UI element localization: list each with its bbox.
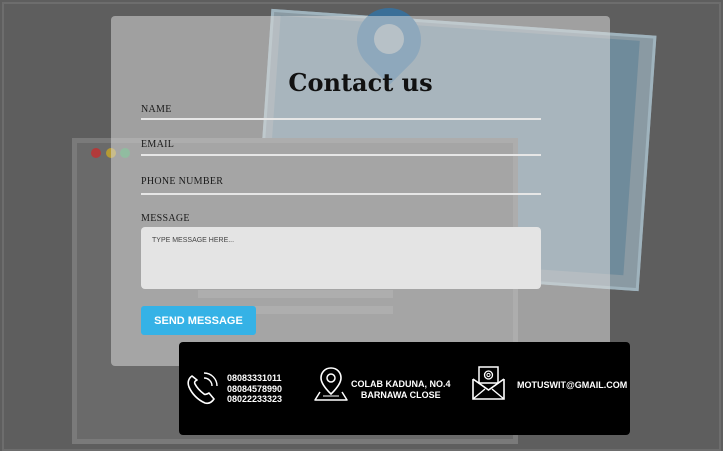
address-line-2: BARNAWA CLOSE (360, 389, 441, 400)
phone-icon (187, 372, 218, 405)
message-label: MESSAGE (141, 213, 190, 224)
phone-number-1: 08083331011 (227, 373, 282, 383)
phone-number-2: 08084578990 (227, 383, 283, 394)
address-line-1: COLAB KADUNA, NO.4 (351, 379, 451, 389)
message-placeholder: TYPE MESSAGE HERE... (152, 237, 235, 244)
map-pin-icon (314, 367, 348, 401)
contact-form: Contact us NAME EMAIL PHONE NUMBER MESSA… (111, 16, 610, 366)
phone-number-3: 08022233323 (227, 394, 283, 404)
message-textarea[interactable]: TYPE MESSAGE HERE... (141, 227, 541, 289)
name-label: NAME (141, 104, 172, 115)
phone-numbers: 08083331011 08084578990 08022233323 (227, 373, 282, 405)
page-title: Contact us (288, 68, 433, 97)
email-address[interactable]: MOTUSWIT@GMAIL.COM (517, 380, 627, 391)
contact-info-bar: 08083331011 08084578990 08022233323 COLA… (179, 342, 630, 435)
phone-number-label: PHONE NUMBER (141, 176, 224, 187)
phone-number-field[interactable] (141, 193, 541, 195)
address: COLAB KADUNA, NO.4 BARNAWA CLOSE (351, 379, 451, 400)
email-field[interactable] (141, 154, 541, 156)
envelope-icon (472, 366, 505, 400)
email-label: EMAIL (141, 139, 175, 150)
send-message-button[interactable]: SEND MESSAGE (141, 306, 256, 335)
name-field[interactable] (141, 118, 541, 120)
